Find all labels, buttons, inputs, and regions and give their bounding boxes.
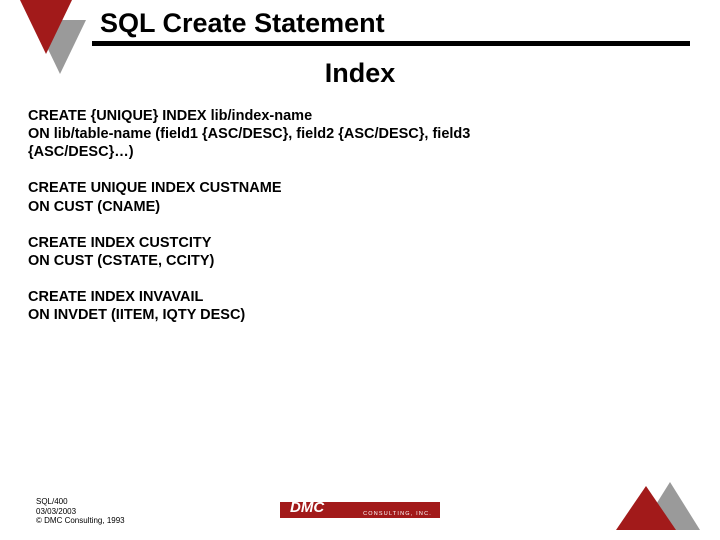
code-line: ON CUST (CSTATE, CCITY) xyxy=(28,252,692,270)
slide-title: SQL Create Statement xyxy=(92,8,690,41)
footer-logo-subtext: CONSULTING, INC. xyxy=(363,511,432,517)
code-line: ON lib/table-name (field1 {ASC/DESC}, fi… xyxy=(28,125,692,143)
slide-footer: SQL/400 03/03/2003 © DMC Consulting, 199… xyxy=(0,482,720,530)
code-line: {ASC/DESC}…) xyxy=(28,143,692,161)
footer-decoration-icon xyxy=(610,480,700,530)
copyright-icon: © xyxy=(36,516,42,525)
corner-logo-icon xyxy=(18,0,88,80)
code-line: CREATE INDEX CUSTCITY xyxy=(28,234,692,252)
footer-copyright-text: DMC Consulting, 1993 xyxy=(44,516,124,525)
slide-body: CREATE {UNIQUE} INDEX lib/index-name ON … xyxy=(28,107,692,324)
code-line: CREATE UNIQUE INDEX CUSTNAME xyxy=(28,179,692,197)
code-block: CREATE INDEX INVAVAIL ON INVDET (IITEM, … xyxy=(28,288,692,324)
footer-line: SQL/400 xyxy=(36,497,125,507)
footer-line: 03/03/2003 xyxy=(36,507,125,517)
code-line: ON INVDET (IITEM, IQTY DESC) xyxy=(28,306,692,324)
code-block: CREATE UNIQUE INDEX CUSTNAME ON CUST (CN… xyxy=(28,179,692,215)
code-line: CREATE INDEX INVAVAIL xyxy=(28,288,692,306)
title-underline xyxy=(92,41,690,46)
footer-brand-logo: DMC CONSULTING, INC. xyxy=(280,502,440,518)
code-line: CREATE {UNIQUE} INDEX lib/index-name xyxy=(28,107,692,125)
code-block: CREATE INDEX CUSTCITY ON CUST (CSTATE, C… xyxy=(28,234,692,270)
code-block: CREATE {UNIQUE} INDEX lib/index-name ON … xyxy=(28,107,692,161)
footer-line: © DMC Consulting, 1993 xyxy=(36,516,125,526)
footer-logo-text: DMC xyxy=(290,499,324,516)
slide-subtitle: Index xyxy=(0,58,720,89)
footer-meta: SQL/400 03/03/2003 © DMC Consulting, 199… xyxy=(36,497,125,526)
code-line: ON CUST (CNAME) xyxy=(28,198,692,216)
